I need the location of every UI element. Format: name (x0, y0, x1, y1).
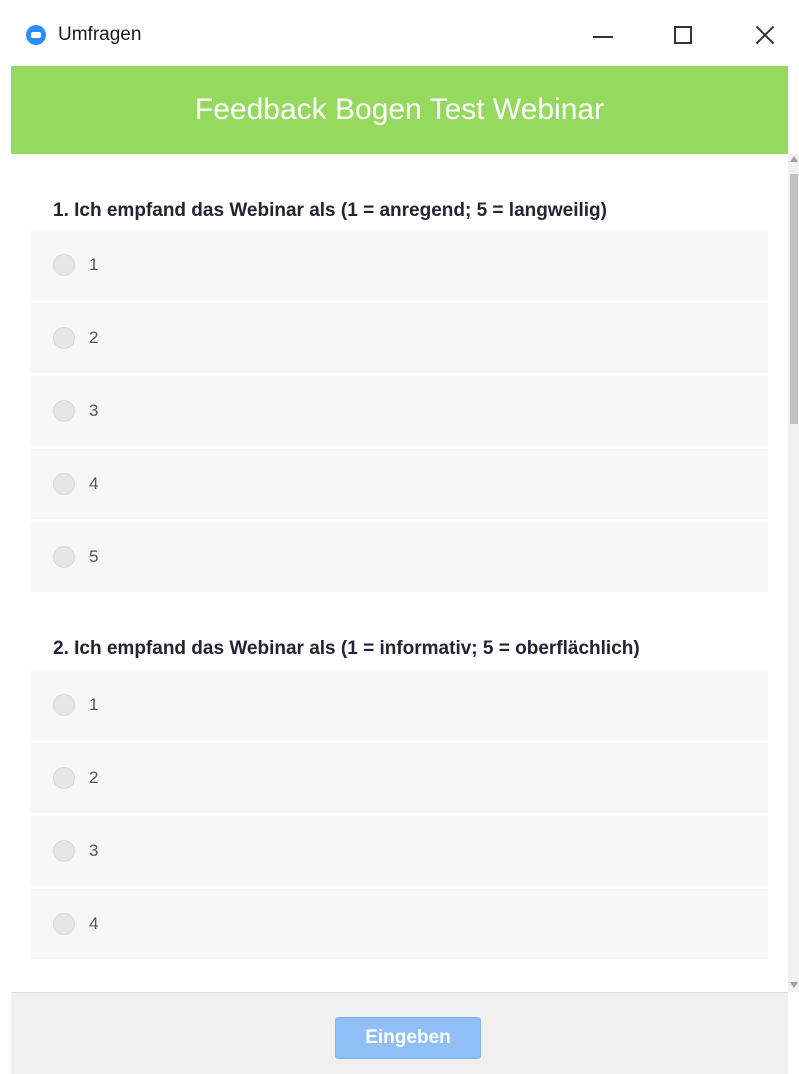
title-bar: Umfragen (0, 0, 799, 66)
scroll-thumb[interactable] (790, 174, 798, 424)
maximize-button[interactable] (660, 14, 706, 56)
option-label: 1 (89, 695, 99, 714)
window-title: Umfragen (58, 24, 142, 45)
option-label: 3 (89, 401, 99, 420)
question-title: 1. Ich empfand das Webinar als (1 = anre… (53, 200, 607, 221)
option-label: 4 (89, 474, 99, 493)
option-label: 1 (89, 255, 99, 274)
question-title: 2. Ich empfand das Webinar als (1 = info… (53, 638, 640, 659)
option-label: 4 (89, 914, 99, 933)
option-label: 3 (89, 841, 99, 860)
option-5[interactable]: 5 (31, 522, 768, 592)
option-2[interactable]: 2 (31, 303, 768, 373)
option-4[interactable]: 4 (31, 889, 768, 959)
radio-button[interactable] (53, 767, 75, 789)
close-icon (755, 25, 775, 45)
option-3[interactable]: 3 (31, 376, 768, 446)
radio-button[interactable] (53, 254, 75, 276)
question-1: 1. Ich empfand das Webinar als (1 = anre… (31, 198, 768, 595)
question-2: 2. Ich empfand das Webinar als (1 = info… (31, 636, 768, 962)
radio-button[interactable] (53, 546, 75, 568)
poll-content[interactable]: 1. Ich empfand das Webinar als (1 = anre… (11, 154, 788, 992)
poll-header: Feedback Bogen Test Webinar (11, 66, 788, 154)
zoom-icon (26, 25, 46, 45)
option-label: 2 (89, 328, 99, 347)
radio-button[interactable] (53, 327, 75, 349)
option-2[interactable]: 2 (31, 743, 768, 813)
radio-button[interactable] (53, 913, 75, 935)
option-4[interactable]: 4 (31, 449, 768, 519)
poll-footer: Eingeben (11, 992, 788, 1074)
scroll-up-icon[interactable] (790, 156, 798, 162)
poll-title: Feedback Bogen Test Webinar (194, 93, 605, 126)
option-1[interactable]: 1 (31, 670, 768, 740)
close-button[interactable] (742, 14, 788, 56)
minimize-button[interactable] (580, 14, 626, 56)
option-1[interactable]: 1 (31, 230, 768, 300)
submit-button[interactable]: Eingeben (335, 1017, 481, 1059)
option-label: 2 (89, 768, 99, 787)
maximize-icon (674, 26, 692, 44)
minimize-icon (593, 36, 613, 38)
radio-button[interactable] (53, 840, 75, 862)
vertical-scrollbar[interactable] (788, 154, 799, 992)
radio-button[interactable] (53, 473, 75, 495)
scroll-down-icon[interactable] (790, 982, 798, 988)
option-3[interactable]: 3 (31, 816, 768, 886)
radio-button[interactable] (53, 694, 75, 716)
option-label: 5 (89, 547, 99, 566)
radio-button[interactable] (53, 400, 75, 422)
